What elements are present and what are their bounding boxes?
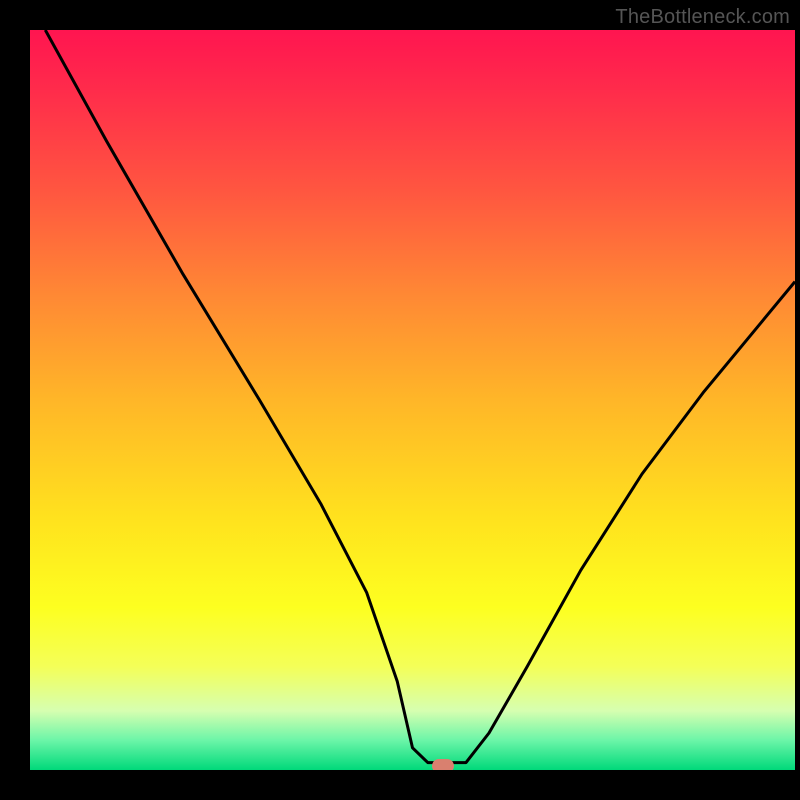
chart-plot-area [30, 30, 795, 770]
watermark-text: TheBottleneck.com [615, 6, 790, 29]
bottleneck-curve-svg [30, 30, 795, 770]
bottleneck-curve-path [45, 30, 795, 763]
optimum-marker [432, 759, 454, 770]
